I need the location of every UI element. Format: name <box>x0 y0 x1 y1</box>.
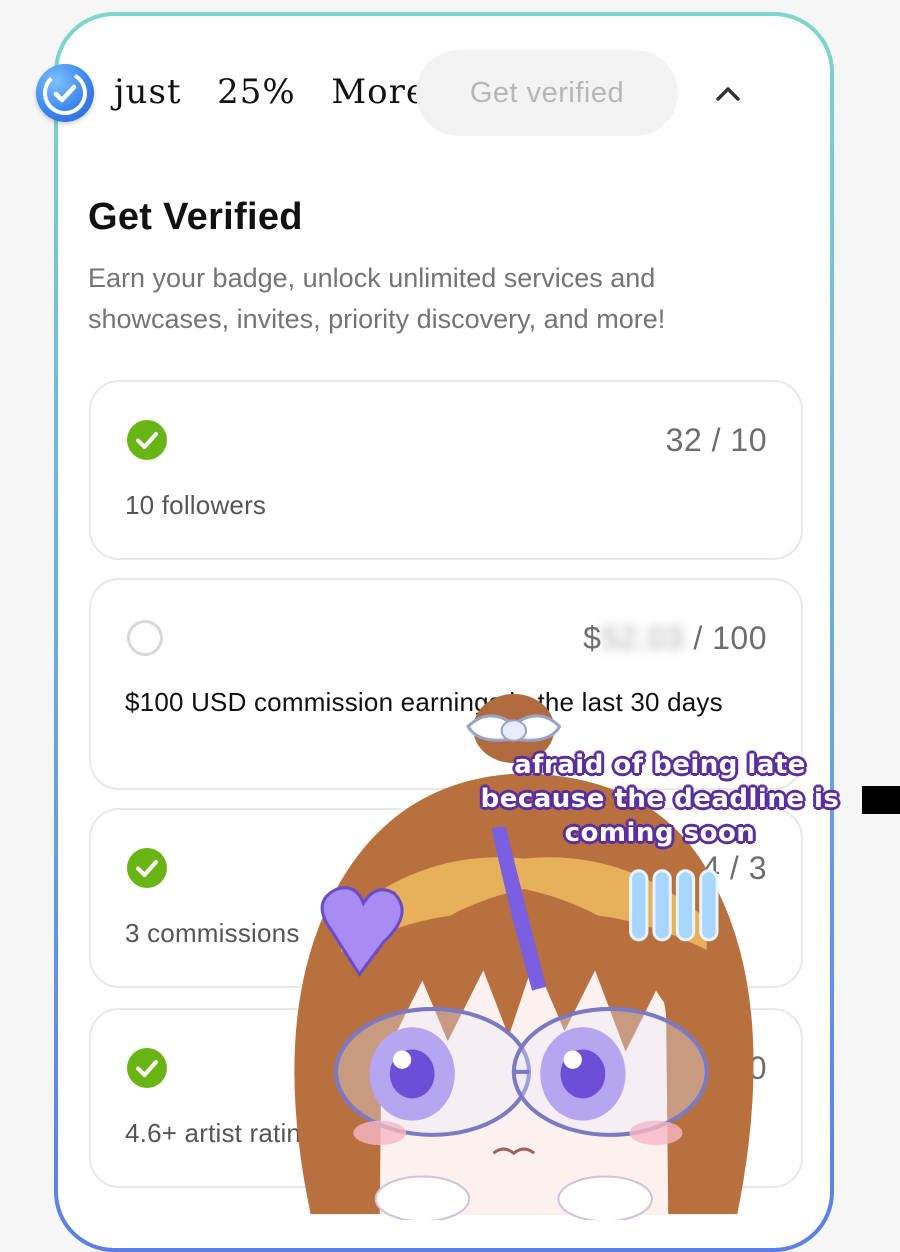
progress-remaining-text: just 25% More! <box>114 72 442 112</box>
caption-line: afraid of being late <box>514 750 806 780</box>
section-description: Earn your badge, unlock unlimited servic… <box>88 263 666 334</box>
checkmark-icon <box>127 1048 167 1088</box>
verified-check-badge-icon <box>36 64 94 122</box>
requirement-followers: 32 / 10 10 followers <box>89 380 803 560</box>
unchecked-circle-icon <box>127 620 163 656</box>
section-title: Get Verified <box>88 196 303 238</box>
requirement-count: $52.03 / 100 <box>583 620 767 657</box>
currency-symbol: $ <box>583 620 602 656</box>
get-verified-button[interactable]: Get verified <box>416 50 678 136</box>
chevron-up-icon[interactable] <box>712 78 744 110</box>
blurred-earnings-value: 52.03 <box>601 620 684 656</box>
caption-line: because the deadline is <box>480 784 840 814</box>
checkmark-icon <box>127 420 167 460</box>
requirement-count: 32 / 10 <box>665 422 767 458</box>
black-redaction-bar <box>862 786 900 814</box>
requirement-label: 10 followers <box>125 490 267 520</box>
count-target: / 100 <box>683 620 767 656</box>
sticker-caption: afraid of being late because the deadlin… <box>440 748 880 850</box>
caption-line: coming soon <box>564 818 756 848</box>
checkmark-icon <box>127 848 167 888</box>
verification-header: just 25% More! Get verified <box>36 50 740 140</box>
